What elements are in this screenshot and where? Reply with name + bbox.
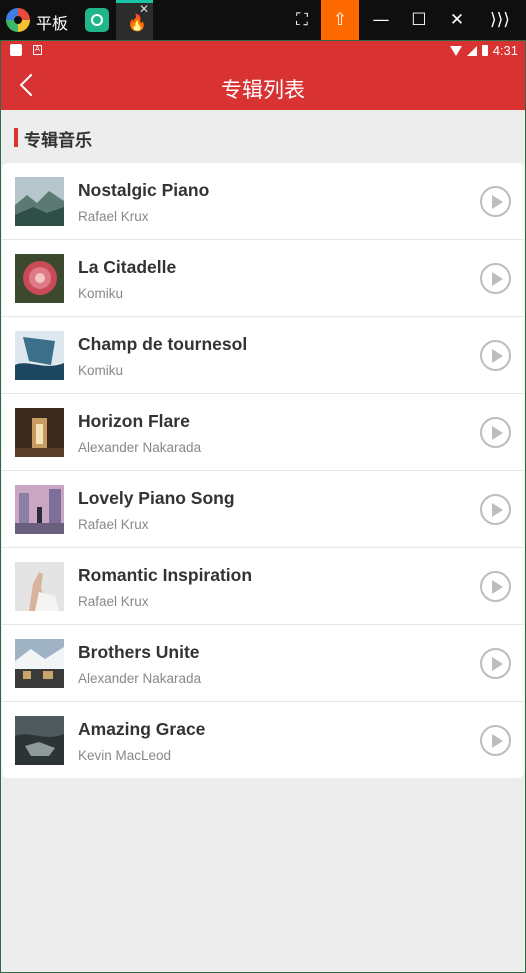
song-artist: Alexander Nakarada <box>78 671 202 686</box>
play-icon[interactable] <box>480 725 511 756</box>
upload-button[interactable]: ⇧ <box>321 0 359 40</box>
song-title: Lovely Piano Song <box>78 488 235 508</box>
song-item[interactable]: Champ de tournesol Komiku <box>2 317 524 394</box>
song-artist: Komiku <box>78 363 124 378</box>
song-artist: Kevin MacLeod <box>78 748 172 763</box>
status-bar: A 4:31 <box>0 40 526 62</box>
play-icon[interactable] <box>480 571 511 602</box>
emulator-logo-icon <box>6 8 30 32</box>
song-title: Horizon Flare <box>78 411 190 431</box>
song-artist: Rafael Krux <box>78 517 149 532</box>
page-title: 专辑列表 <box>221 78 305 102</box>
song-title: Champ de tournesol <box>78 334 248 354</box>
app-tab-icon[interactable] <box>85 8 109 32</box>
play-icon[interactable] <box>480 186 511 217</box>
album-cover <box>15 331 64 380</box>
app-header: 专辑列表 <box>0 62 526 110</box>
app-notification-icon: A <box>33 45 42 55</box>
emulator-title: 平板 <box>36 14 69 33</box>
screenshot-button[interactable]: ⛶ <box>283 0 321 40</box>
song-title: Brothers Unite <box>78 642 200 662</box>
song-artist: Alexander Nakarada <box>78 440 202 455</box>
song-item[interactable]: Brothers Unite Alexander Nakarada <box>2 625 524 702</box>
song-item[interactable]: Amazing Grace Kevin MacLeod <box>2 702 524 778</box>
album-cover <box>15 177 64 226</box>
battery-icon <box>481 45 488 56</box>
minimize-button[interactable]: — <box>362 0 400 40</box>
status-time: 4:31 <box>492 43 518 58</box>
play-icon[interactable] <box>480 494 511 525</box>
song-title: Amazing Grace <box>78 719 206 739</box>
maximize-button[interactable]: ☐ <box>400 0 438 40</box>
album-cover <box>15 485 64 534</box>
album-cover <box>15 639 64 688</box>
wifi-icon <box>449 45 462 56</box>
song-item[interactable]: Lovely Piano Song Rafael Krux <box>2 471 524 548</box>
close-tab-icon[interactable]: ✕ <box>139 2 149 16</box>
more-button[interactable]: ⟩⟩⟩ <box>481 0 519 40</box>
play-icon[interactable] <box>480 263 511 294</box>
song-artist: Rafael Krux <box>78 594 149 609</box>
song-item[interactable]: Nostalgic Piano Rafael Krux <box>2 163 524 240</box>
song-title: Romantic Inspiration <box>78 565 253 585</box>
album-cover <box>15 562 64 611</box>
signal-icon <box>466 45 477 56</box>
active-app-tab[interactable]: 🔥 ✕ <box>116 0 153 40</box>
section-title: 专辑音乐 <box>24 131 92 151</box>
song-list: Nostalgic Piano Rafael Krux La Citadelle… <box>2 163 524 778</box>
song-artist: Rafael Krux <box>78 209 149 224</box>
close-button[interactable]: ✕ <box>438 0 476 40</box>
status-icons: 4:31 <box>449 43 518 58</box>
play-icon[interactable] <box>480 648 511 679</box>
play-icon[interactable] <box>480 417 511 448</box>
album-cover <box>15 408 64 457</box>
song-artist: Komiku <box>78 286 124 301</box>
song-title: La Citadelle <box>78 257 177 277</box>
section-accent-bar <box>14 128 18 147</box>
song-item[interactable]: Horizon Flare Alexander Nakarada <box>2 394 524 471</box>
emulator-toolbar: 平板 🔥 ✕ ⛶ ⇧ — ☐ ✕ ⟩⟩⟩ <box>0 0 526 40</box>
song-title: Nostalgic Piano <box>78 180 210 200</box>
flame-icon: 🔥 <box>127 15 147 32</box>
album-cover <box>15 254 64 303</box>
notification-icon <box>10 44 22 56</box>
song-item[interactable]: Romantic Inspiration Rafael Krux <box>2 548 524 625</box>
album-cover <box>15 716 64 765</box>
song-item[interactable]: La Citadelle Komiku <box>2 240 524 317</box>
play-icon[interactable] <box>480 340 511 371</box>
